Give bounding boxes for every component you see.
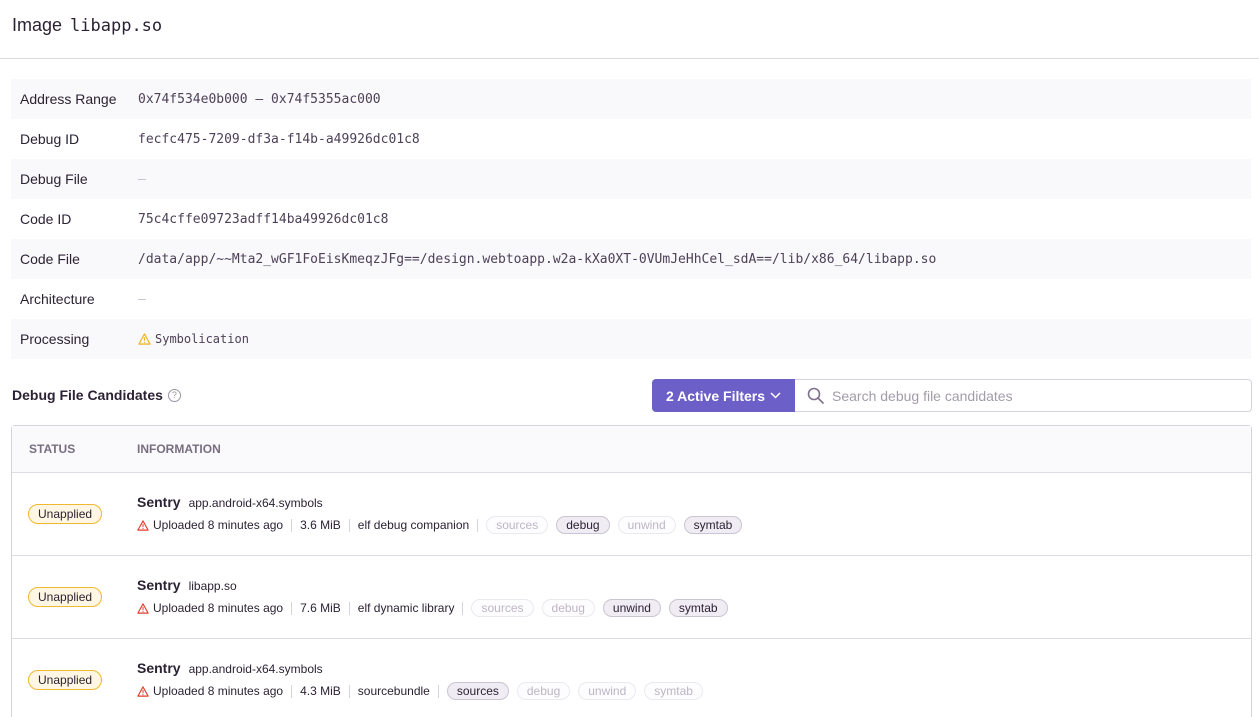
candidate-vendor: Sentry bbox=[137, 494, 181, 510]
search-icon bbox=[807, 387, 824, 404]
detail-value: 75c4cffe09723adff14ba49926dc01c8 bbox=[138, 211, 389, 227]
detail-key: Debug ID bbox=[20, 131, 80, 147]
table-row: Unapplied Sentry libapp.so Uploaded 8 mi… bbox=[12, 556, 1251, 639]
table-row: Unapplied Sentry app.android-x64.symbols… bbox=[12, 639, 1251, 717]
detail-row-code-file: Code File /data/app/~~Mta2_wGF1FoEisKmeq… bbox=[11, 239, 1251, 279]
meta-divider bbox=[348, 518, 350, 532]
feature-tag-unwind: unwind bbox=[617, 516, 676, 534]
active-filters-label: 2 Active Filters bbox=[665, 387, 766, 404]
upload-time: Uploaded 8 minutes ago bbox=[153, 518, 284, 532]
meta-divider bbox=[291, 684, 293, 698]
chevron-down-icon bbox=[770, 392, 781, 399]
feature-tag-unwind: unwind bbox=[578, 682, 637, 700]
candidates-title: Debug File Candidates bbox=[12, 387, 163, 403]
candidates-heading: Debug File Candidates ? bbox=[12, 387, 181, 403]
candidate-meta: Uploaded 8 minutes ago 4.3 MiB sourcebun… bbox=[137, 682, 711, 700]
detail-value: fecfc475-7209-df3a-f14b-a49926dc01c8 bbox=[138, 131, 420, 147]
column-header-status: STATUS bbox=[29, 442, 76, 456]
page-title-name: libapp.so bbox=[70, 16, 163, 36]
detail-key: Address Range bbox=[20, 91, 117, 107]
column-header-information: INFORMATION bbox=[137, 442, 221, 456]
detail-key: Architecture bbox=[20, 291, 95, 307]
detail-row-architecture: Architecture — bbox=[11, 279, 1251, 319]
feature-tag-debug: debug bbox=[556, 516, 610, 534]
detail-row-code-id: Code ID 75c4cffe09723adff14ba49926dc01c8 bbox=[11, 199, 1251, 239]
meta-divider bbox=[291, 601, 293, 615]
question-circle-icon[interactable]: ? bbox=[167, 388, 181, 402]
file-kind: sourcebundle bbox=[357, 684, 430, 698]
meta-divider bbox=[348, 684, 350, 698]
table-row: Unapplied Sentry app.android-x64.symbols… bbox=[12, 473, 1251, 556]
feature-tag-symtab: symtab bbox=[668, 599, 728, 617]
detail-key: Code File bbox=[20, 251, 80, 267]
feature-tag-debug: debug bbox=[541, 599, 595, 617]
meta-divider bbox=[437, 684, 439, 698]
status-badge[interactable]: Unapplied bbox=[28, 587, 103, 607]
file-size: 4.3 MiB bbox=[300, 684, 341, 698]
candidate-meta: Uploaded 8 minutes ago 3.6 MiB elf debug… bbox=[137, 516, 750, 534]
detail-row-processing: Processing Symbolication bbox=[11, 319, 1251, 359]
search-input[interactable] bbox=[832, 387, 1232, 404]
processing-value[interactable]: Symbolication bbox=[138, 332, 249, 346]
table-header: STATUS INFORMATION bbox=[12, 426, 1251, 473]
feature-tag-symtab: symtab bbox=[644, 682, 703, 700]
information-cell: Sentry app.android-x64.symbols Uploaded … bbox=[137, 660, 711, 700]
detail-key: Debug File bbox=[20, 171, 88, 187]
active-filters-button[interactable]: 2 Active Filters bbox=[652, 379, 795, 412]
candidate-filename: app.android-x64.symbols bbox=[188, 496, 323, 510]
status-badge[interactable]: Unapplied bbox=[28, 504, 103, 524]
detail-row-debug-file: Debug File — bbox=[11, 159, 1251, 199]
meta-divider bbox=[291, 518, 293, 532]
processing-label: Symbolication bbox=[155, 332, 249, 346]
information-cell: Sentry app.android-x64.symbols Uploaded … bbox=[137, 494, 750, 534]
detail-row-debug-id: Debug ID fecfc475-7209-df3a-f14b-a49926d… bbox=[11, 119, 1251, 159]
error-triangle-icon bbox=[137, 602, 149, 614]
meta-divider bbox=[477, 518, 479, 532]
error-triangle-icon bbox=[137, 519, 149, 531]
status-cell: Unapplied bbox=[12, 670, 137, 690]
candidate-title: Sentry libapp.so bbox=[137, 577, 736, 593]
upload-time: Uploaded 8 minutes ago bbox=[153, 684, 284, 698]
candidate-meta: Uploaded 8 minutes ago 7.6 MiB elf dynam… bbox=[137, 599, 736, 617]
status-badge[interactable]: Unapplied bbox=[28, 670, 103, 690]
detail-value: 0x74f534e0b000 – 0x74f5355ac000 bbox=[138, 91, 381, 107]
meta-divider bbox=[348, 601, 350, 615]
feature-tag-sources: sources bbox=[471, 599, 534, 617]
candidate-title: Sentry app.android-x64.symbols bbox=[137, 494, 750, 510]
feature-tag-sources: sources bbox=[446, 682, 509, 700]
search-box[interactable] bbox=[795, 379, 1252, 412]
page-header: Image libapp.so bbox=[0, 0, 1259, 59]
candidate-filename: libapp.so bbox=[188, 579, 237, 593]
image-details-list: Address Range 0x74f534e0b000 – 0x74f5355… bbox=[11, 79, 1251, 359]
candidates-table: STATUS INFORMATION Unapplied Sentry app.… bbox=[11, 425, 1252, 717]
detail-key: Processing bbox=[20, 331, 90, 347]
file-kind: elf dynamic library bbox=[357, 601, 455, 615]
detail-key: Code ID bbox=[20, 211, 72, 227]
detail-value-empty: — bbox=[138, 291, 146, 307]
candidate-vendor: Sentry bbox=[137, 577, 181, 593]
page-title-word: Image bbox=[12, 15, 63, 35]
detail-row-address-range: Address Range 0x74f534e0b000 – 0x74f5355… bbox=[11, 79, 1251, 119]
file-size: 7.6 MiB bbox=[300, 601, 341, 615]
upload-time: Uploaded 8 minutes ago bbox=[153, 601, 284, 615]
candidate-filename: app.android-x64.symbols bbox=[188, 662, 323, 676]
feature-tag-debug: debug bbox=[516, 682, 571, 700]
meta-divider bbox=[462, 601, 464, 615]
candidate-vendor: Sentry bbox=[137, 660, 181, 676]
information-cell: Sentry libapp.so Uploaded 8 minutes ago … bbox=[137, 577, 736, 617]
candidate-title: Sentry app.android-x64.symbols bbox=[137, 660, 711, 676]
file-kind: elf debug companion bbox=[357, 518, 470, 532]
detail-value: /data/app/~~Mta2_wGF1FoEisKmeqzJFg==/des… bbox=[138, 251, 937, 267]
error-triangle-icon bbox=[137, 685, 149, 697]
warning-icon bbox=[138, 333, 151, 345]
feature-tag-symtab: symtab bbox=[683, 516, 743, 534]
detail-value-empty: — bbox=[138, 171, 146, 187]
file-size: 3.6 MiB bbox=[300, 518, 341, 532]
feature-tag-sources: sources bbox=[486, 516, 549, 534]
status-cell: Unapplied bbox=[12, 504, 137, 524]
status-cell: Unapplied bbox=[12, 587, 137, 607]
feature-tag-unwind: unwind bbox=[602, 599, 661, 617]
